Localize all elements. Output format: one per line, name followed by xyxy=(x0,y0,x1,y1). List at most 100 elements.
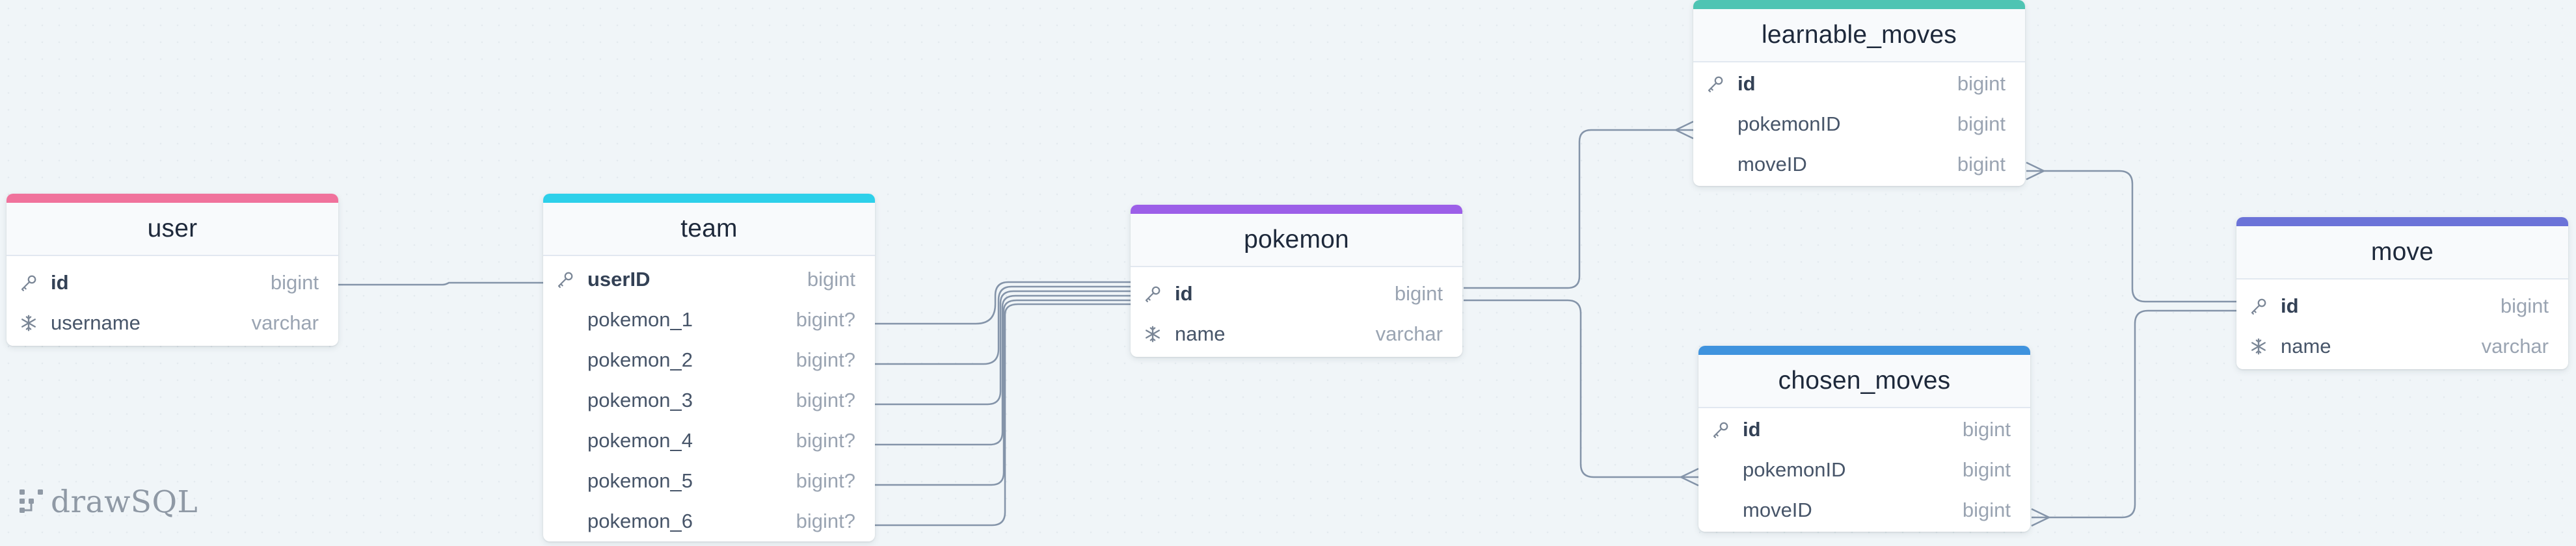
column-name: name xyxy=(1175,322,1226,345)
column-name: userID xyxy=(587,268,651,291)
column-name: pokemonID xyxy=(1737,112,1841,135)
snowflake-icon xyxy=(2247,335,2270,358)
table-pokemon[interactable]: pokemon id bigint name varchar xyxy=(1131,205,1462,357)
table-accent xyxy=(1131,205,1462,214)
column-row-pokemonid[interactable]: pokemonID bigint xyxy=(1693,104,2025,144)
table-header[interactable]: learnable_moves xyxy=(1693,9,2025,62)
column-row-pokemon-5[interactable]: pokemon_5 bigint? xyxy=(543,461,875,501)
drawsql-logo[interactable]: drawSQL xyxy=(18,483,198,521)
column-name: pokemon_6 xyxy=(587,510,693,532)
column-row-pokemon-2[interactable]: pokemon_2 bigint? xyxy=(543,340,875,380)
table-accent xyxy=(1698,346,2030,355)
key-icon xyxy=(1709,418,1732,441)
key-icon xyxy=(2247,294,2270,318)
column-name: pokemon_4 xyxy=(587,429,693,452)
column-type: bigint? xyxy=(796,429,855,452)
diagram-canvas[interactable]: user id bigint username varchar team use xyxy=(0,0,2576,546)
column-name: username xyxy=(51,311,141,334)
table-user[interactable]: user id bigint username varchar xyxy=(7,194,338,346)
column-type: bigint xyxy=(2500,294,2549,317)
column-name: name xyxy=(2281,335,2331,358)
snowflake-icon xyxy=(1141,322,1164,346)
table-accent xyxy=(7,194,338,203)
table-header[interactable]: chosen_moves xyxy=(1698,355,2030,408)
column-type: varchar xyxy=(2481,335,2549,358)
column-row-id[interactable]: id bigint xyxy=(7,263,338,303)
column-name: id xyxy=(1737,72,1756,95)
column-type: bigint? xyxy=(796,348,855,371)
table-header[interactable]: pokemon xyxy=(1131,214,1462,267)
column-type: bigint? xyxy=(796,389,855,411)
table-accent xyxy=(543,194,875,203)
column-type: bigint xyxy=(807,268,855,291)
column-row-userid[interactable]: userID bigint xyxy=(543,259,875,300)
key-icon xyxy=(17,271,40,294)
drawsql-logo-icon xyxy=(18,488,44,516)
link-move-chosen-moves[interactable] xyxy=(2032,309,2236,519)
table-title: move xyxy=(2370,238,2434,266)
column-type: bigint? xyxy=(796,469,855,492)
column-row-pokemonid[interactable]: pokemonID bigint xyxy=(1698,450,2030,490)
table-header[interactable]: team xyxy=(543,203,875,256)
column-type: bigint xyxy=(270,271,319,294)
column-name: moveID xyxy=(1737,153,1807,176)
column-type: bigint xyxy=(1957,112,2006,135)
column-type: bigint xyxy=(1394,282,1443,305)
column-type: varchar xyxy=(251,311,319,334)
key-icon xyxy=(1704,72,1727,96)
column-name: id xyxy=(1175,282,1193,305)
table-title: user xyxy=(147,214,198,242)
column-row-moveid[interactable]: moveID bigint xyxy=(1698,490,2030,530)
key-icon xyxy=(1141,282,1164,306)
column-name: moveID xyxy=(1743,499,1812,521)
column-name: id xyxy=(51,271,69,294)
link-pokemon-chosen-moves[interactable] xyxy=(1464,299,1698,478)
column-row-id[interactable]: id bigint xyxy=(1693,64,2025,104)
column-type: bigint? xyxy=(796,308,855,331)
snowflake-icon xyxy=(17,311,40,335)
column-type: bigint xyxy=(1962,418,2011,441)
link-pokemon-learnable-moves[interactable] xyxy=(1464,129,1693,289)
table-team[interactable]: team userID bigint pokemon_1 bigint? pok… xyxy=(543,194,875,541)
column-row-pokemon-4[interactable]: pokemon_4 bigint? xyxy=(543,421,875,461)
link-user-team[interactable] xyxy=(338,281,543,286)
column-name: id xyxy=(1743,418,1761,441)
column-row-name[interactable]: name varchar xyxy=(1131,314,1462,354)
table-accent xyxy=(1693,0,2025,9)
column-row-pokemon-3[interactable]: pokemon_3 bigint? xyxy=(543,380,875,421)
column-row-id[interactable]: id bigint xyxy=(1131,274,1462,314)
key-icon xyxy=(554,268,577,291)
table-title: team xyxy=(680,214,738,242)
column-row-id[interactable]: id bigint xyxy=(2236,286,2568,326)
column-row-id[interactable]: id bigint xyxy=(1698,410,2030,450)
link-move-learnable-moves[interactable] xyxy=(2026,170,2236,303)
column-name: pokemon_2 xyxy=(587,348,693,371)
column-row-username[interactable]: username varchar xyxy=(7,303,338,343)
column-name: pokemon_5 xyxy=(587,469,693,492)
column-type: bigint xyxy=(1957,153,2006,176)
table-accent xyxy=(2236,217,2568,226)
column-name: pokemon_3 xyxy=(587,389,693,411)
logo-text: drawSQL xyxy=(51,484,198,520)
table-title: pokemon xyxy=(1244,226,1349,254)
column-row-name[interactable]: name varchar xyxy=(2236,326,2568,367)
column-row-pokemon-1[interactable]: pokemon_1 bigint? xyxy=(543,300,875,340)
column-type: bigint? xyxy=(796,510,855,532)
table-title: learnable_moves xyxy=(1761,21,1957,49)
column-type: varchar xyxy=(1375,322,1443,345)
column-name: pokemon_1 xyxy=(587,308,693,331)
column-name: id xyxy=(2281,294,2299,317)
link-team-pokemon-4[interactable] xyxy=(875,294,1131,446)
column-type: bigint xyxy=(1957,72,2006,95)
column-name: pokemonID xyxy=(1743,458,1846,481)
table-move[interactable]: move id bigint name varchar xyxy=(2236,217,2568,369)
column-type: bigint xyxy=(1962,458,2011,481)
table-learnable-moves[interactable]: learnable_moves id bigint pokemonID bigi… xyxy=(1693,0,2025,186)
table-title: chosen_moves xyxy=(1778,367,1951,395)
column-type: bigint xyxy=(1962,499,2011,521)
table-header[interactable]: move xyxy=(2236,226,2568,280)
table-header[interactable]: user xyxy=(7,203,338,256)
column-row-moveid[interactable]: moveID bigint xyxy=(1693,144,2025,185)
table-chosen-moves[interactable]: chosen_moves id bigint pokemonID bigint … xyxy=(1698,346,2030,532)
column-row-pokemon-6[interactable]: pokemon_6 bigint? xyxy=(543,501,875,541)
